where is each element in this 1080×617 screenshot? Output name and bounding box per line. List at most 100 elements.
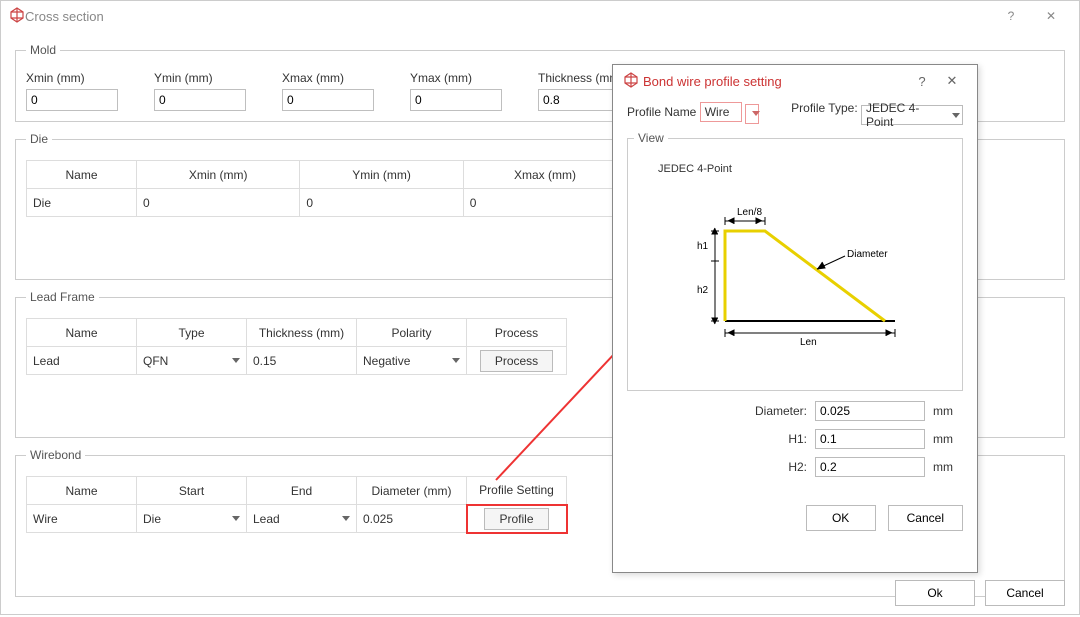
h2-label: H2: <box>727 460 807 474</box>
chevron-down-icon <box>342 516 350 521</box>
leadframe-legend: Lead Frame <box>26 290 99 304</box>
diameter-unit: mm <box>933 404 963 418</box>
chevron-down-icon <box>452 358 460 363</box>
wb-h-start: Start <box>137 477 247 505</box>
wb-h-end: End <box>247 477 357 505</box>
die-ymin[interactable]: 0 <box>300 189 463 217</box>
dialog-title: Bond wire profile setting <box>643 74 782 89</box>
wirebond-table: Name Start End Diameter (mm) Profile Set… <box>26 476 568 534</box>
mold-legend: Mold <box>26 43 60 57</box>
mold-ymax-input[interactable] <box>410 89 502 111</box>
die-xmax[interactable]: 0 <box>463 189 626 217</box>
lf-proc-cell: Process <box>467 347 567 375</box>
lf-pol: Negative <box>363 354 410 368</box>
view-legend: View <box>634 131 668 145</box>
mold-ymax-label: Ymax (mm) <box>410 71 502 85</box>
die-legend: Die <box>26 132 52 146</box>
die-name[interactable]: Die <box>27 189 137 217</box>
die-h-xmin: Xmin (mm) <box>137 161 300 189</box>
h2-unit: mm <box>933 460 963 474</box>
mold-xmin-input[interactable] <box>26 89 118 111</box>
window-title: Cross section <box>25 9 991 24</box>
wb-name[interactable]: Wire <box>27 505 137 533</box>
mold-xmin-label: Xmin (mm) <box>26 71 118 85</box>
profile-name-label: Profile Name <box>627 105 696 119</box>
lf-h-thick: Thickness (mm) <box>247 319 357 347</box>
titlebar-close-button[interactable]: ✕ <box>1031 1 1071 31</box>
leadframe-table: Name Type Thickness (mm) Polarity Proces… <box>26 318 567 375</box>
diagram-len8-label: Len/8 <box>737 207 762 218</box>
view-group: View JEDEC 4-Point <box>627 131 963 391</box>
lf-type: QFN <box>143 354 168 368</box>
die-xmin[interactable]: 0 <box>137 189 300 217</box>
wb-h-name: Name <box>27 477 137 505</box>
diagram-title: JEDEC 4-Point <box>658 163 956 175</box>
bond-wire-profile-dialog: Bond wire profile setting ? ✕ Profile Na… <box>612 64 978 573</box>
cancel-button[interactable]: Cancel <box>985 580 1065 606</box>
profile-type-value: JEDEC 4-Point <box>866 101 942 129</box>
diameter-label: Diameter: <box>727 404 807 418</box>
lf-h-pol: Polarity <box>357 319 467 347</box>
diagram-len-label: Len <box>800 337 817 348</box>
titlebar: Cross section ? ✕ <box>1 1 1079 31</box>
profile-diagram: Len/8 h1 h2 Len Diameter <box>645 181 945 351</box>
h1-label: H1: <box>727 432 807 446</box>
lf-pol-cell[interactable]: Negative <box>357 347 467 375</box>
profile-name-value: Wire <box>705 105 730 119</box>
mold-ymin-input[interactable] <box>154 89 246 111</box>
profile-type-label: Profile Type: <box>791 101 857 115</box>
chevron-down-icon <box>232 358 240 363</box>
profile-type-select[interactable]: JEDEC 4-Point <box>861 105 963 125</box>
wb-diam[interactable]: 0.025 <box>357 505 467 533</box>
profile-name-dropdown[interactable] <box>745 104 759 124</box>
lf-h-type: Type <box>137 319 247 347</box>
wb-start: Die <box>143 512 161 526</box>
dialog-titlebar: Bond wire profile setting ? ✕ <box>613 65 977 97</box>
diameter-input[interactable] <box>815 401 925 421</box>
mold-xmax-label: Xmax (mm) <box>282 71 374 85</box>
lf-header-row: Name Type Thickness (mm) Polarity Proces… <box>27 319 567 347</box>
mold-ymin-label: Ymin (mm) <box>154 71 246 85</box>
app-icon <box>623 72 639 91</box>
dialog-footer: OK Cancel <box>613 495 977 541</box>
lf-process-button[interactable]: Process <box>480 350 553 372</box>
lf-name[interactable]: Lead <box>27 347 137 375</box>
wirebond-legend: Wirebond <box>26 448 85 462</box>
mold-xmax-input[interactable] <box>282 89 374 111</box>
wb-end-cell[interactable]: Lead <box>247 505 357 533</box>
chevron-down-icon <box>232 516 240 521</box>
lf-h-proc: Process <box>467 319 567 347</box>
footer: Ok Cancel <box>895 580 1065 606</box>
wb-h-profile: Profile Setting <box>467 477 567 505</box>
h1-input[interactable] <box>815 429 925 449</box>
dialog-help-button[interactable]: ? <box>907 66 937 96</box>
die-h-name: Name <box>27 161 137 189</box>
ok-button[interactable]: Ok <box>895 580 975 606</box>
dialog-close-button[interactable]: ✕ <box>937 66 967 96</box>
diagram-h1-label: h1 <box>697 241 709 252</box>
titlebar-help-button[interactable]: ? <box>991 1 1031 31</box>
wb-profile-button[interactable]: Profile <box>484 508 548 530</box>
lf-h-name: Name <box>27 319 137 347</box>
app-icon <box>9 7 25 26</box>
chevron-down-icon <box>752 111 760 116</box>
wb-profile-cell: Profile <box>467 505 567 533</box>
lf-row[interactable]: Lead QFN 0.15 Negative Process <box>27 347 567 375</box>
h2-input[interactable] <box>815 457 925 477</box>
wb-h-diam: Diameter (mm) <box>357 477 467 505</box>
dialog-ok-button[interactable]: OK <box>806 505 876 531</box>
die-h-xmax: Xmax (mm) <box>463 161 626 189</box>
diagram-h2-label: h2 <box>697 285 709 296</box>
chevron-down-icon <box>952 113 960 118</box>
wb-row[interactable]: Wire Die Lead 0.025 Profile <box>27 505 567 533</box>
wb-end: Lead <box>253 512 280 526</box>
dialog-cancel-button[interactable]: Cancel <box>888 505 963 531</box>
wb-start-cell[interactable]: Die <box>137 505 247 533</box>
die-h-ymin: Ymin (mm) <box>300 161 463 189</box>
lf-type-cell[interactable]: QFN <box>137 347 247 375</box>
lf-thick[interactable]: 0.15 <box>247 347 357 375</box>
h1-unit: mm <box>933 432 963 446</box>
dialog-body: Profile Name Wire Profile Type: JEDEC 4-… <box>613 97 977 495</box>
profile-name-select[interactable]: Wire <box>700 102 742 122</box>
wb-header-row: Name Start End Diameter (mm) Profile Set… <box>27 477 567 505</box>
